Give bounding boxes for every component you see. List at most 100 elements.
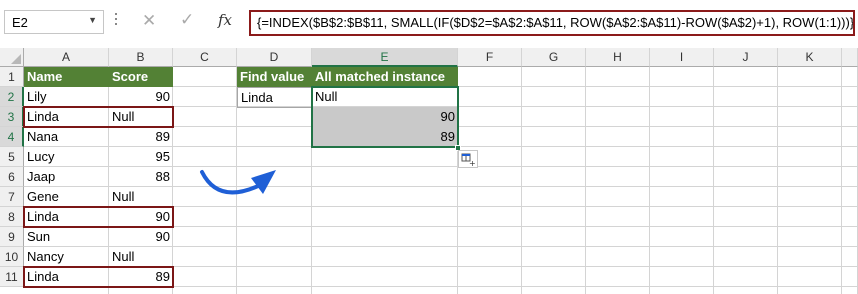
enter-check-icon[interactable]: ✓ [180, 10, 194, 30]
col-header-d[interactable]: D [237, 48, 312, 67]
select-all-corner[interactable] [0, 48, 24, 67]
col-header-h[interactable]: H [586, 48, 650, 67]
cell-b11[interactable]: 89 [109, 267, 173, 287]
cancel-icon[interactable]: ✕ [142, 11, 156, 31]
grid-cell[interactable] [586, 207, 650, 227]
cell-a6[interactable]: Jaap [24, 167, 109, 187]
cell-e1[interactable]: All matched instance [312, 67, 458, 87]
cell-a1[interactable]: Name [24, 67, 109, 87]
cell-e4[interactable]: 89 [312, 127, 458, 147]
grid-cell[interactable] [522, 227, 586, 247]
cell-a9[interactable]: Sun [24, 227, 109, 247]
cell-a7[interactable]: Gene [24, 187, 109, 207]
grid-cell[interactable] [650, 167, 714, 187]
cell-e2[interactable]: Null [312, 87, 458, 107]
grid-cell[interactable] [842, 267, 858, 287]
grid-cell[interactable] [714, 207, 778, 227]
insert-function-icon[interactable]: fx [218, 11, 232, 29]
grid-cell[interactable] [778, 167, 842, 187]
grid-cell[interactable] [714, 287, 778, 294]
cell-a11[interactable]: Linda [24, 267, 109, 287]
grid-cell[interactable] [842, 227, 858, 247]
grid-cell[interactable] [458, 127, 522, 147]
cell-b2[interactable]: 90 [109, 87, 173, 107]
col-header-f[interactable]: F [458, 48, 522, 67]
grid-cell[interactable] [586, 87, 650, 107]
grid-cell[interactable] [650, 147, 714, 167]
row-header-4[interactable]: 4 [0, 127, 24, 147]
grid-cell[interactable] [458, 267, 522, 287]
formula-input[interactable]: {=INDEX($B$2:$B$11, SMALL(IF($D$2=$A$2:$… [249, 10, 855, 36]
grid-cell[interactable] [842, 167, 858, 187]
grid-cell[interactable] [312, 167, 458, 187]
grid-cell[interactable] [173, 127, 237, 147]
cell-b1[interactable]: Score [109, 67, 173, 87]
grid-cell[interactable] [842, 207, 858, 227]
grid-cell[interactable] [237, 247, 312, 267]
grid-cell[interactable] [522, 107, 586, 127]
grid-cell[interactable] [650, 207, 714, 227]
grid-cell[interactable] [312, 267, 458, 287]
grid-cell[interactable] [714, 167, 778, 187]
cell-a4[interactable]: Nana [24, 127, 109, 147]
grid-cell[interactable] [173, 107, 237, 127]
grid-cell[interactable] [586, 107, 650, 127]
row-header-11[interactable]: 11 [0, 267, 24, 287]
col-header-e[interactable]: E [312, 48, 458, 67]
grid-cell[interactable] [650, 107, 714, 127]
cell-d2[interactable]: Linda [237, 87, 313, 108]
grid-cell[interactable] [714, 67, 778, 87]
grid-cell[interactable] [237, 207, 312, 227]
grid-cell[interactable] [312, 207, 458, 227]
grid-cell[interactable] [778, 67, 842, 87]
row-header-10[interactable]: 10 [0, 247, 24, 267]
grid-cell[interactable] [24, 287, 109, 294]
grid-cell[interactable] [586, 67, 650, 87]
grid-cell[interactable] [458, 167, 522, 187]
grid-cell[interactable] [778, 227, 842, 247]
grid-cell[interactable] [237, 287, 312, 294]
grid-cell[interactable] [714, 267, 778, 287]
grid-cell[interactable] [778, 207, 842, 227]
grid-cell[interactable] [312, 287, 458, 294]
grid-cell[interactable] [458, 227, 522, 247]
row-header-7[interactable]: 7 [0, 187, 24, 207]
grid-cell[interactable] [173, 287, 237, 294]
grid-cell[interactable] [312, 147, 458, 167]
grid-cell[interactable] [173, 267, 237, 287]
name-box[interactable]: E2 ▼ [4, 10, 104, 34]
cell-b9[interactable]: 90 [109, 227, 173, 247]
grid-cell[interactable] [714, 87, 778, 107]
grid-cell[interactable] [586, 187, 650, 207]
grid-cell[interactable] [714, 187, 778, 207]
col-header-j[interactable]: J [714, 48, 778, 67]
grid-cell[interactable] [842, 127, 858, 147]
grid-cell[interactable] [778, 247, 842, 267]
row-header-5[interactable]: 5 [0, 147, 24, 167]
grid-cell[interactable] [714, 127, 778, 147]
grid-cell[interactable] [586, 167, 650, 187]
cell-b7[interactable]: Null [109, 187, 173, 207]
col-header-g[interactable]: G [522, 48, 586, 67]
grid-cell[interactable] [312, 187, 458, 207]
grid-cell[interactable] [650, 267, 714, 287]
grid-cell[interactable] [650, 87, 714, 107]
col-header-k[interactable]: K [778, 48, 842, 67]
cell-a10[interactable]: Nancy [24, 247, 109, 267]
col-header-c[interactable]: C [173, 48, 237, 67]
grid-cell[interactable] [714, 247, 778, 267]
cell-a2[interactable]: Lily [24, 87, 109, 107]
grid-cell[interactable] [650, 247, 714, 267]
cell-a5[interactable]: Lucy [24, 147, 109, 167]
cell-b5[interactable]: 95 [109, 147, 173, 167]
cell-b6[interactable]: 88 [109, 167, 173, 187]
grid-cell[interactable] [842, 67, 858, 87]
grid-cell[interactable] [778, 127, 842, 147]
cell-b4[interactable]: 89 [109, 127, 173, 147]
cell-b3[interactable]: Null [109, 107, 173, 127]
row-header-9[interactable]: 9 [0, 227, 24, 247]
grid-cell[interactable] [522, 67, 586, 87]
grid-cell[interactable] [650, 127, 714, 147]
cell-a8[interactable]: Linda [24, 207, 109, 227]
row-header-3[interactable]: 3 [0, 107, 24, 127]
